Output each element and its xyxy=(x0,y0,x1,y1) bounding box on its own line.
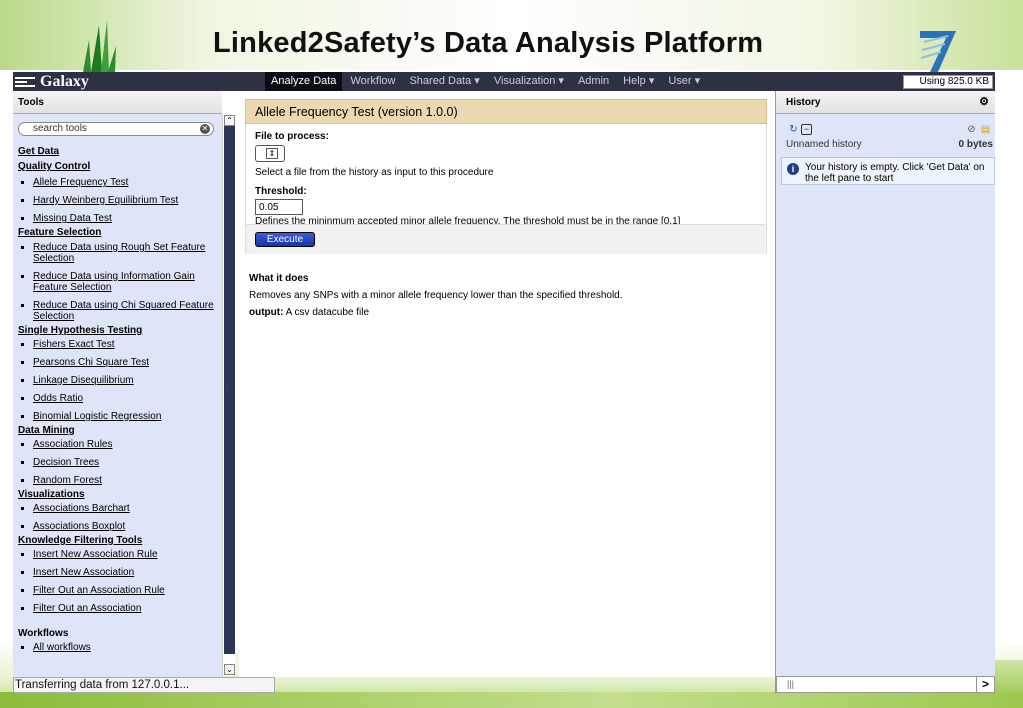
nav-visualization[interactable]: Visualization ▾ xyxy=(488,72,570,91)
history-size: 0 bytes xyxy=(958,139,993,150)
help-title: What it does xyxy=(249,273,309,284)
tool-chi-squared[interactable]: Reduce Data using Chi Squared Feature Se… xyxy=(18,300,218,322)
tool-hardy-weinberg[interactable]: Hardy Weinberg Equilibrium Test xyxy=(18,195,218,206)
history-hscrollbar[interactable]: ||| > xyxy=(776,676,995,693)
tool-form: Allele Frequency Test (version 1.0.0) Fi… xyxy=(245,99,767,254)
tools-scrollbar[interactable]: ⌃ ⌄ xyxy=(222,114,235,676)
tool-associations-boxplot[interactable]: Associations Boxplot xyxy=(18,521,218,532)
select-arrows-icon: ⇕ xyxy=(266,148,278,159)
gear-icon[interactable]: ⚙ xyxy=(979,91,989,114)
tool-help: What it does Removes any SNPs with a min… xyxy=(249,273,769,324)
grass-logo-icon xyxy=(83,20,116,72)
history-title: History xyxy=(786,97,821,108)
threshold-field-label: Threshold: xyxy=(255,186,307,197)
help-output-text: A csv datacube file xyxy=(283,307,370,318)
section-get-data[interactable]: Get Data xyxy=(18,146,218,158)
tool-insert-association-rule[interactable]: Insert New Association Rule xyxy=(18,549,218,560)
clear-search-icon[interactable]: ✕ xyxy=(200,124,210,134)
tool-search-input[interactable]: search tools ✕ xyxy=(18,122,214,136)
tool-list: Get Data Quality Control Allele Frequenc… xyxy=(18,143,218,653)
section-quality-control[interactable]: Quality Control xyxy=(18,161,218,173)
tool-odds-ratio[interactable]: Odds Ratio xyxy=(18,393,218,404)
tool-random-forest[interactable]: Random Forest xyxy=(18,475,218,486)
panel-resize-grip-icon[interactable]: ⦙ xyxy=(226,384,230,394)
nav-user[interactable]: User ▾ xyxy=(662,72,706,91)
tool-missing-data[interactable]: Missing Data Test xyxy=(18,213,218,224)
tool-association-rules[interactable]: Association Rules xyxy=(18,439,218,450)
browser-status-bar: Transferring data from 127.0.0.1... xyxy=(13,677,275,693)
slide-footer-band xyxy=(0,692,1023,708)
section-single-hypothesis[interactable]: Single Hypothesis Testing xyxy=(18,325,218,337)
file-select[interactable]: ⇕ xyxy=(255,145,285,162)
tool-associations-barchart[interactable]: Associations Barchart xyxy=(18,503,218,514)
tools-panel: Tools search tools ✕ Get Data Quality Co… xyxy=(13,91,222,677)
nav-admin[interactable]: Admin xyxy=(572,72,615,91)
tool-information-gain[interactable]: Reduce Data using Information Gain Featu… xyxy=(18,271,218,293)
tool-linkage-disequilibrium[interactable]: Linkage Disequilibrium xyxy=(18,375,218,386)
galaxy-masthead: Galaxy Analyze Data Workflow Shared Data… xyxy=(13,72,995,91)
execute-bar: Execute xyxy=(246,224,766,254)
history-right-actions: ⊘ ▤ xyxy=(966,124,991,135)
tool-form-body: File to process: ⇕ Select a file from th… xyxy=(245,124,767,254)
tool-allele-frequency-test[interactable]: Allele Frequency Test xyxy=(18,177,218,188)
slide-title: Linked2Safety’s Data Analysis Platform xyxy=(213,27,764,59)
file-field-label: File to process: xyxy=(255,131,329,142)
nav-help[interactable]: Help ▾ xyxy=(617,72,660,91)
scroll-up-icon[interactable]: ⌃ xyxy=(224,115,235,126)
scroll-grip-icon: ||| xyxy=(787,679,795,689)
chevron-right-icon[interactable]: > xyxy=(976,677,994,692)
galaxy-brand-text: Galaxy xyxy=(40,72,89,90)
quota-meter: Using 825.0 KB xyxy=(903,75,993,89)
info-icon: i xyxy=(787,163,799,175)
section-visualizations[interactable]: Visualizations xyxy=(18,489,218,501)
tool-form-title: Allele Frequency Test (version 1.0.0) xyxy=(245,99,767,124)
execute-button[interactable]: Execute xyxy=(255,232,315,247)
help-output: output: A csv datacube file xyxy=(249,307,769,318)
section-workflows[interactable]: Workflows xyxy=(18,628,218,640)
history-empty-text: Your history is empty. Click 'Get Data' … xyxy=(805,162,985,184)
threshold-input[interactable] xyxy=(255,199,303,215)
tag-icon[interactable]: ⊘ xyxy=(966,124,977,135)
tool-filter-association-rule[interactable]: Filter Out an Association Rule xyxy=(18,585,218,596)
help-description: Removes any SNPs with a minor allele fre… xyxy=(249,290,623,301)
history-header: History ⚙ xyxy=(776,91,995,114)
file-field-help: Select a file from the history as input … xyxy=(255,167,494,178)
tool-pearsons-chi[interactable]: Pearsons Chi Square Test xyxy=(18,357,218,368)
history-empty-message: i Your history is empty. Click 'Get Data… xyxy=(781,157,995,185)
section-data-mining[interactable]: Data Mining xyxy=(18,425,218,437)
tool-binomial-logistic[interactable]: Binomial Logistic Regression xyxy=(18,411,218,422)
history-panel: History ⚙ ↻ − ⊘ ▤ Unnamed history 0 byte… xyxy=(776,91,995,677)
refresh-icon[interactable]: ↻ xyxy=(788,124,799,135)
tool-fishers-exact[interactable]: Fishers Exact Test xyxy=(18,339,218,350)
section-feature-selection[interactable]: Feature Selection xyxy=(18,227,218,239)
tool-decision-trees[interactable]: Decision Trees xyxy=(18,457,218,468)
tool-insert-association[interactable]: Insert New Association xyxy=(18,567,218,578)
nav-analyze-data[interactable]: Analyze Data xyxy=(265,72,343,91)
scroll-down-icon[interactable]: ⌄ xyxy=(224,664,235,675)
galaxy-menu-icon xyxy=(15,76,35,88)
galaxy-brand[interactable]: Galaxy xyxy=(13,72,89,91)
annotation-icon[interactable]: ▤ xyxy=(980,124,991,135)
history-actions: ↻ − xyxy=(788,124,812,135)
center-panel: Allele Frequency Test (version 1.0.0) Fi… xyxy=(239,91,775,677)
fp7-logo-icon xyxy=(920,31,956,72)
nav-workflow[interactable]: Workflow xyxy=(344,72,401,91)
help-output-label: output: xyxy=(249,307,284,318)
section-knowledge-filtering[interactable]: Knowledge Filtering Tools xyxy=(18,535,218,547)
collapse-icon[interactable]: − xyxy=(801,124,812,135)
nav-shared-data[interactable]: Shared Data ▾ xyxy=(403,72,485,91)
history-name[interactable]: Unnamed history xyxy=(786,139,862,150)
tools-header: Tools xyxy=(13,91,222,114)
tool-rough-set[interactable]: Reduce Data using Rough Set Feature Sele… xyxy=(18,242,218,264)
tool-all-workflows[interactable]: All workflows xyxy=(18,642,218,653)
tool-filter-association[interactable]: Filter Out an Association xyxy=(18,603,218,614)
main-nav: Analyze Data Workflow Shared Data ▾ Visu… xyxy=(265,72,708,91)
tool-search-placeholder: search tools xyxy=(33,123,87,134)
